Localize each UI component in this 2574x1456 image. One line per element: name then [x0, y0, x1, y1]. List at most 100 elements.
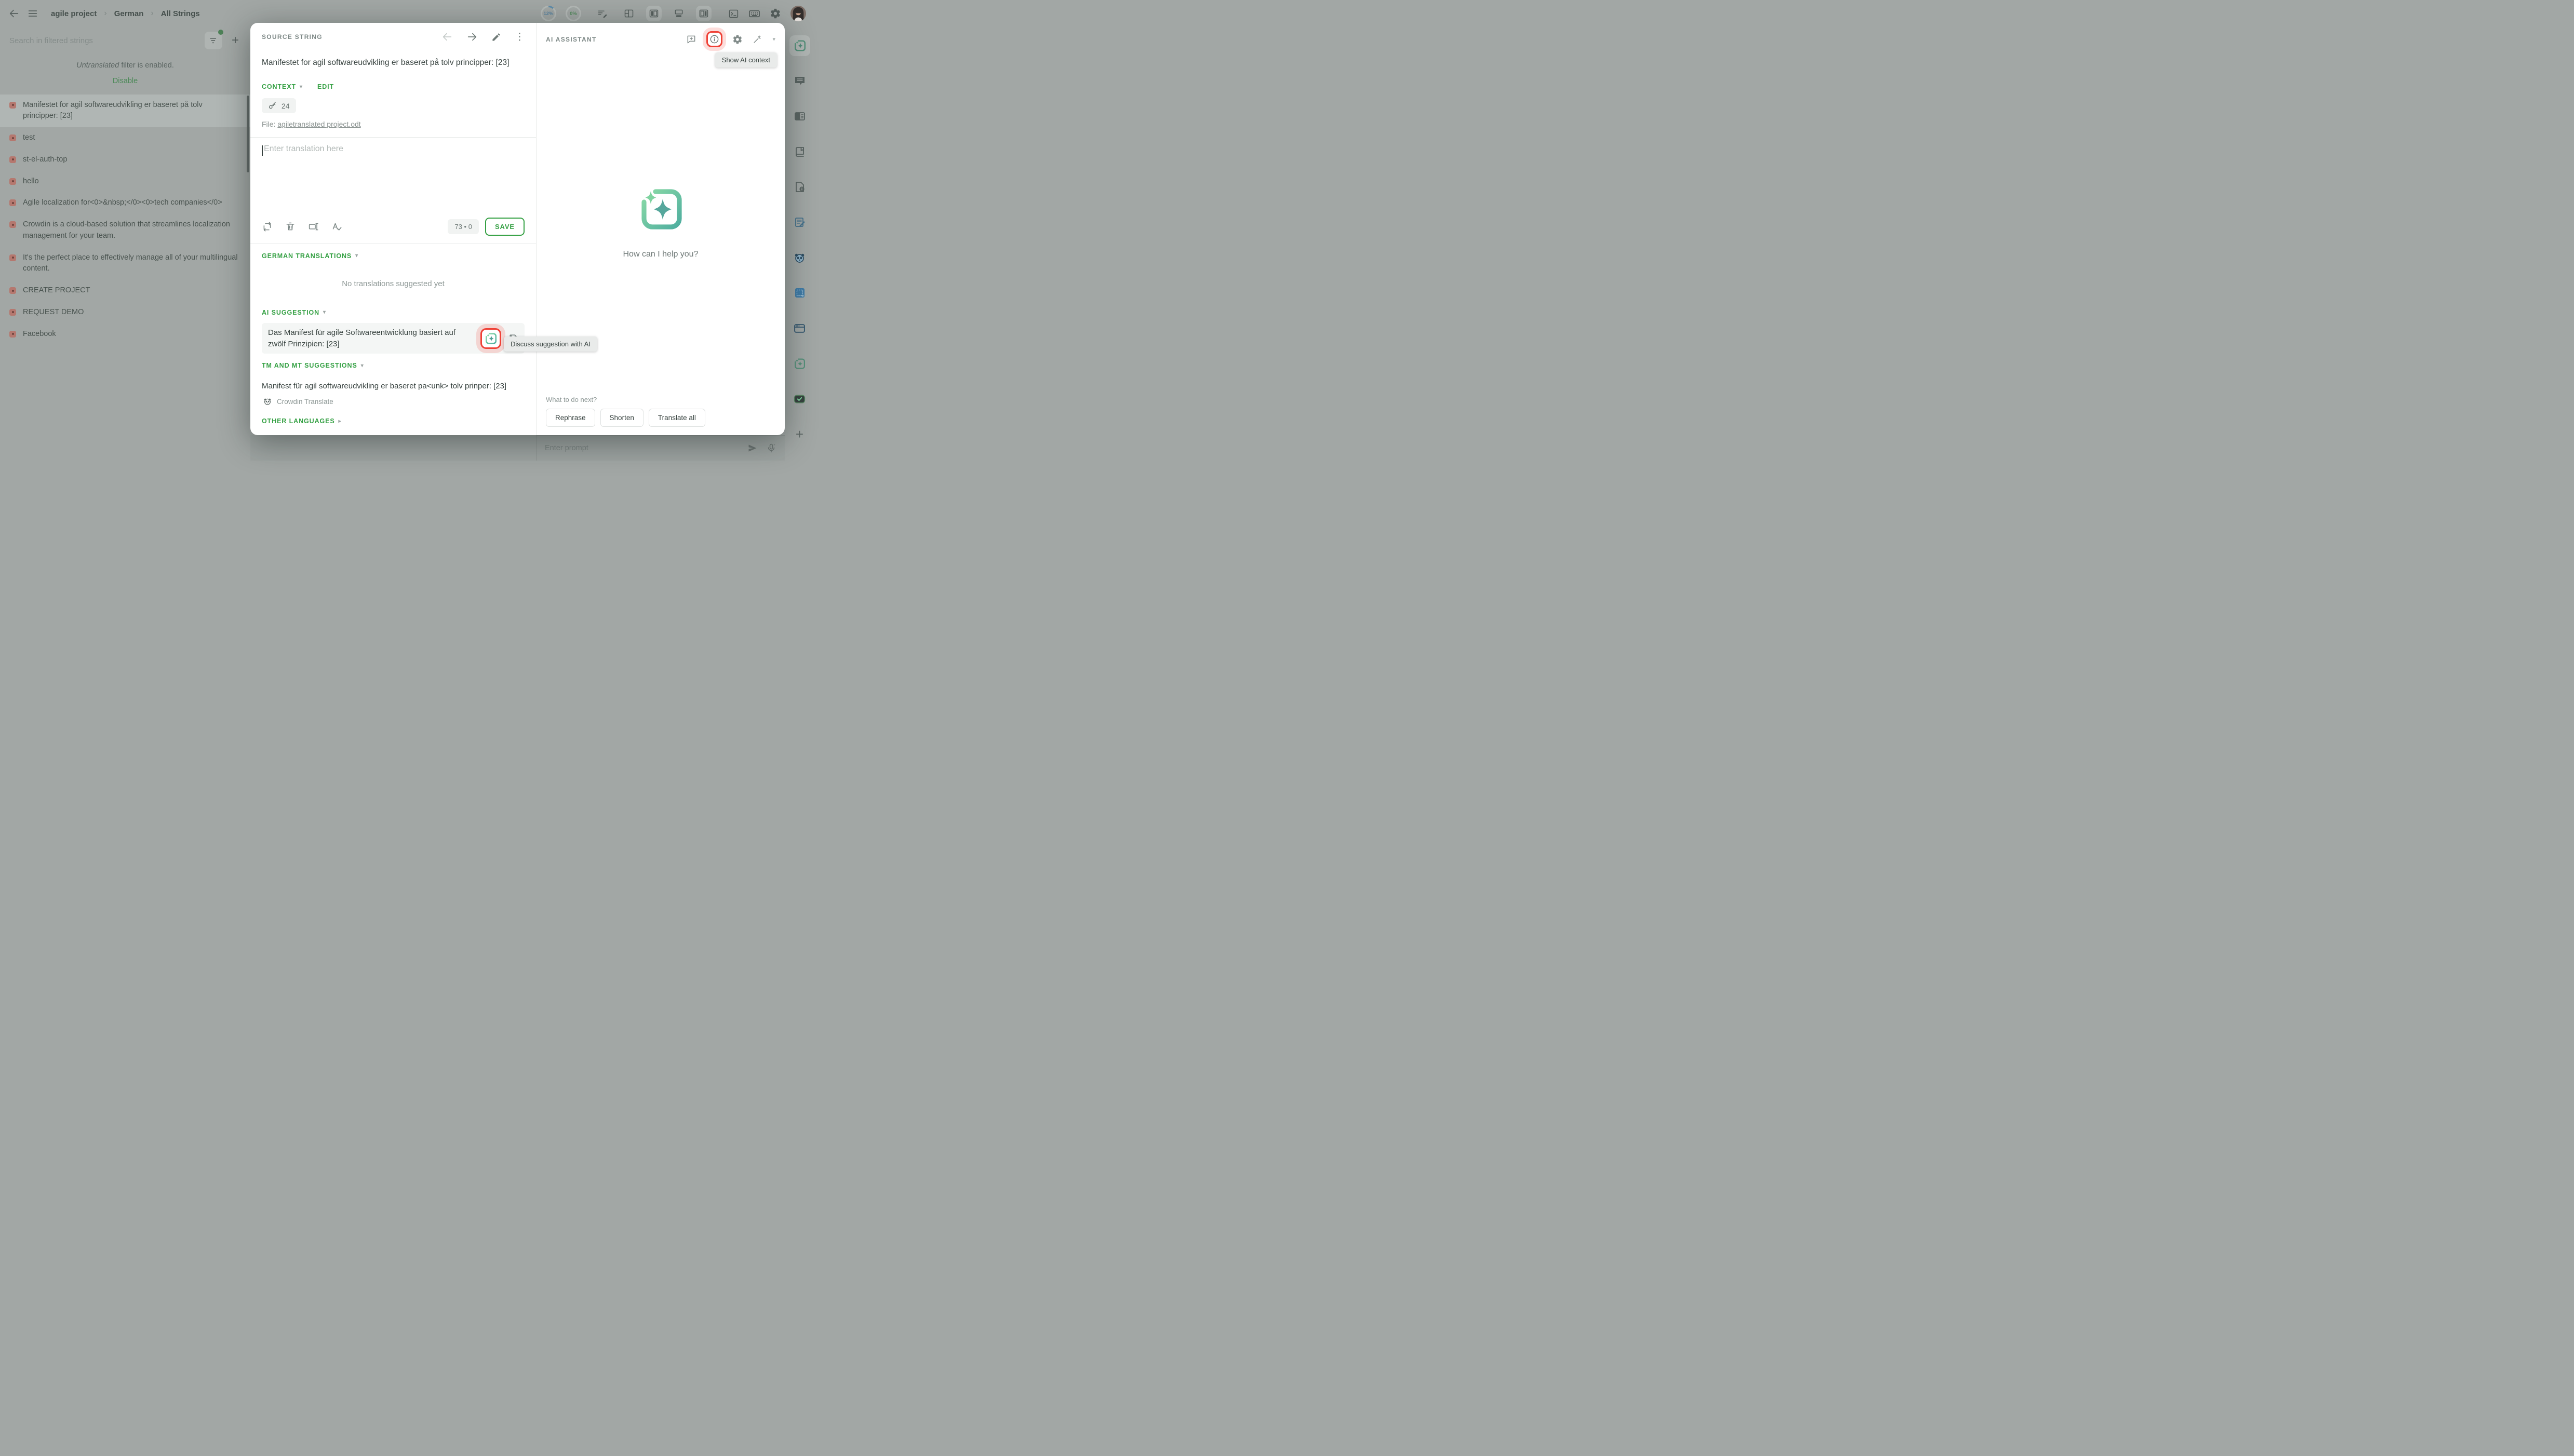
ai-suggestion-text[interactable]: Das Manifest für agile Softwareentwicklu…	[268, 327, 473, 350]
chevron-down-icon[interactable]: ▾	[772, 36, 775, 43]
save-button[interactable]: SAVE	[485, 218, 525, 236]
clear-translation-icon[interactable]	[285, 221, 296, 232]
editor-mode-icon[interactable]	[597, 8, 608, 19]
glossary-book-icon[interactable]	[789, 141, 810, 162]
crowdin-translate-icon[interactable]	[789, 247, 810, 268]
chevron-down-icon: ▾	[355, 253, 358, 259]
more-options-icon[interactable]: ⋮	[515, 32, 525, 42]
list-item[interactable]: Crowdin is a cloud-based solution that s…	[0, 214, 250, 247]
layout-rows-icon[interactable]	[671, 6, 687, 21]
search-input[interactable]	[9, 36, 199, 45]
source-string-panel: SOURCE STRING ⋮ Manifestet for agil soft…	[250, 23, 536, 435]
add-string-button[interactable]: +	[227, 33, 243, 48]
untranslated-status-icon	[9, 221, 16, 228]
file-link[interactable]: agiletranslated project.odt	[277, 120, 360, 128]
ai-prompt-input[interactable]	[545, 444, 739, 452]
string-key-chip[interactable]: 24	[262, 98, 296, 113]
keyboard-shortcuts-icon[interactable]	[748, 8, 760, 20]
filter-notice-text: filter is enabled.	[119, 61, 174, 70]
ai-sparkle-icon[interactable]	[789, 353, 810, 374]
list-item[interactable]: test	[0, 127, 250, 149]
tm-provider-row: Crowdin Translate	[262, 397, 525, 406]
layout-columns-icon[interactable]	[621, 6, 637, 21]
previous-string-icon[interactable]	[441, 31, 453, 43]
chevron-right-icon: ›	[104, 9, 106, 18]
strings-list: Manifestet for agil softwareudvikling er…	[0, 95, 250, 345]
copy-source-icon[interactable]	[262, 221, 273, 232]
breadcrumb-language[interactable]: German	[114, 9, 144, 18]
browser-window-icon[interactable]	[789, 318, 810, 339]
side-panel-icon[interactable]	[789, 106, 810, 127]
string-text: st-el-auth-top	[23, 154, 67, 166]
ai-assistant-icon[interactable]	[789, 35, 810, 56]
add-panel-icon[interactable]: +	[789, 424, 810, 444]
translate-all-button[interactable]: Translate all	[649, 409, 705, 427]
filter-active-dot	[218, 30, 223, 35]
text-selection-icon[interactable]	[308, 221, 319, 232]
translation-input[interactable]	[262, 144, 525, 158]
edit-context-link[interactable]: EDIT	[317, 83, 334, 90]
spellcheck-icon[interactable]	[331, 221, 342, 232]
new-conversation-icon[interactable]	[686, 34, 696, 45]
string-text: test	[23, 132, 35, 144]
breadcrumb-project[interactable]: agile project	[51, 9, 97, 18]
next-string-icon[interactable]	[466, 31, 478, 43]
file-info-icon[interactable]	[789, 177, 810, 197]
chevron-right-icon: ›	[151, 9, 153, 18]
context-dropdown[interactable]: CONTEXT▾	[262, 83, 303, 90]
menu-hamburger-icon[interactable]	[27, 8, 38, 19]
translated-progress-badge[interactable]: 12%	[541, 6, 556, 21]
german-translations-section[interactable]: GERMAN TRANSLATIONS▾	[262, 251, 525, 261]
list-item[interactable]: CREATE PROJECT	[0, 280, 250, 302]
divider	[250, 137, 536, 138]
layout-side-by-side-icon[interactable]	[646, 6, 662, 21]
list-item[interactable]: REQUEST DEMO	[0, 302, 250, 323]
list-item[interactable]: st-el-auth-top	[0, 149, 250, 171]
layout-right-panel-icon[interactable]	[696, 6, 712, 21]
discuss-suggestion-tooltip: Discuss suggestion with AI	[504, 336, 597, 352]
edit-pencil-icon[interactable]	[491, 32, 501, 42]
send-icon[interactable]	[747, 443, 758, 453]
untranslated-status-icon	[9, 156, 16, 163]
shorten-button[interactable]: Shorten	[600, 409, 644, 427]
ai-suggestion-row[interactable]: Das Manifest für agile Softwareentwicklu…	[262, 323, 525, 354]
list-item[interactable]: It's the perfect place to effectively ma…	[0, 247, 250, 280]
text-cursor	[262, 145, 263, 156]
string-text: Agile localization for<0>&nbsp;</0><0>te…	[23, 197, 222, 209]
approved-progress-badge[interactable]: 0%	[566, 6, 581, 21]
discuss-with-ai-button[interactable]	[480, 328, 501, 349]
show-ai-context-button[interactable]	[706, 31, 722, 47]
comments-icon[interactable]	[789, 71, 810, 91]
disable-filter-link[interactable]: Disable	[0, 76, 250, 87]
list-item[interactable]: Facebook	[0, 323, 250, 345]
tm-mt-section[interactable]: TM AND MT SUGGESTIONS▾	[262, 361, 525, 370]
console-icon[interactable]	[728, 8, 739, 19]
magic-wand-icon[interactable]	[753, 34, 762, 44]
breadcrumb-strings[interactable]: All Strings	[161, 9, 200, 18]
microphone-icon[interactable]	[766, 443, 776, 453]
settings-gear-icon[interactable]	[770, 8, 781, 19]
list-item-selected[interactable]: Manifestet for agil softwareudvikling er…	[0, 95, 250, 128]
qa-check-icon[interactable]	[789, 388, 810, 409]
list-item[interactable]: Agile localization for<0>&nbsp;</0><0>te…	[0, 192, 250, 214]
ai-assistant-logo	[636, 184, 686, 234]
filter-icon[interactable]	[205, 32, 222, 49]
screenshot-selection-icon[interactable]	[789, 282, 810, 303]
untranslated-status-icon	[9, 254, 16, 261]
string-text: CREATE PROJECT	[23, 285, 90, 296]
notes-editor-icon[interactable]	[789, 212, 810, 233]
list-item[interactable]: hello	[0, 171, 250, 193]
list-scrollbar[interactable]	[247, 96, 249, 172]
string-text: Facebook	[23, 329, 56, 340]
breadcrumb: agile project › German › All Strings	[51, 9, 200, 18]
source-text: Manifestet for agil softwareudvikling er…	[262, 57, 525, 69]
crowdin-logo-icon	[263, 397, 272, 406]
tm-suggestion-text[interactable]: Manifest für agil softwareudvikling er b…	[262, 381, 525, 392]
back-icon[interactable]	[8, 8, 20, 19]
ai-suggestion-section[interactable]: AI SUGGESTION▾	[262, 308, 525, 317]
rephrase-button[interactable]: Rephrase	[546, 409, 595, 427]
panel-title: SOURCE STRING	[262, 33, 323, 41]
ai-settings-gear-icon[interactable]	[732, 34, 743, 45]
info-icon	[709, 34, 719, 44]
other-languages-section[interactable]: OTHER LANGUAGES▸	[262, 416, 525, 426]
